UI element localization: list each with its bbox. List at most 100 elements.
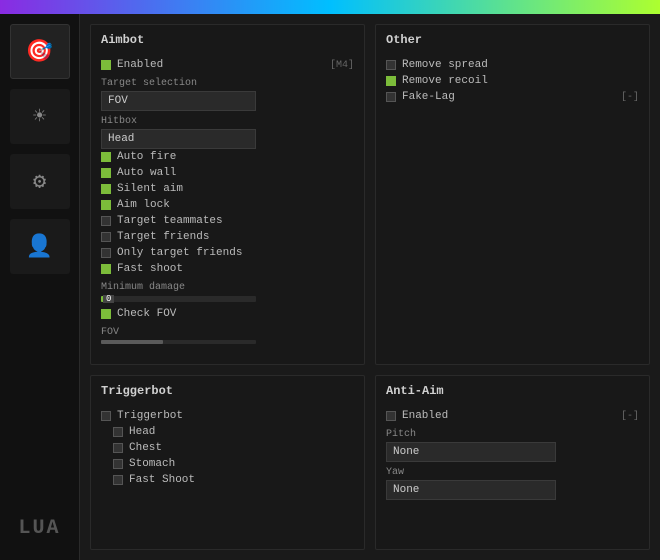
top-bar [0,0,660,14]
only-target-friends-row[interactable]: Only target friends [101,245,354,261]
antiaim-content: Enabled [-] Pitch None Yaw None [376,403,649,549]
check-fov-checkbox[interactable] [101,309,111,319]
brightness-icon: ☀ [33,104,46,130]
fast-shoot-row[interactable]: Fast shoot [101,261,354,277]
fov-slider[interactable] [101,340,256,344]
pitch-label: Pitch [386,429,639,440]
triggerbot-chest-row[interactable]: Chest [113,440,354,456]
sidebar-item-settings[interactable]: ⚙ [10,154,70,209]
fov-fill [101,340,163,344]
auto-wall-row[interactable]: Auto wall [101,165,354,181]
minimum-damage-label: Minimum damage [101,282,354,293]
aimbot-panel: Aimbot Enabled [M4] Target selection FOV… [90,24,365,365]
fake-lag-checkbox[interactable] [386,92,396,102]
target-selection-value: FOV [108,95,128,107]
top-panels-row: Aimbot Enabled [M4] Target selection FOV… [90,24,650,365]
target-friends-label: Target friends [117,231,209,243]
crosshair-icon: 🎯 [26,39,53,65]
sidebar-item-brightness[interactable]: ☀ [10,89,70,144]
target-selection-dropdown[interactable]: FOV [101,91,256,111]
only-target-friends-checkbox[interactable] [101,248,111,258]
triggerbot-panel: Triggerbot Triggerbot Head Chest [90,375,365,550]
only-target-friends-label: Only target friends [117,247,242,259]
antiaim-panel: Anti-Aim Enabled [-] Pitch None Yaw [375,375,650,550]
antiaim-enabled-checkbox[interactable] [386,411,396,421]
antiaim-enabled-key: [-] [621,411,639,422]
aimbot-title: Aimbot [91,25,364,52]
content-area: Aimbot Enabled [M4] Target selection FOV… [80,14,660,560]
target-teammates-checkbox[interactable] [101,216,111,226]
remove-recoil-row[interactable]: Remove recoil [386,73,639,89]
triggerbot-chest-checkbox[interactable] [113,443,123,453]
aimbot-enabled-checkbox[interactable] [101,60,111,70]
sidebar-item-profile[interactable]: 👤 [10,219,70,274]
auto-wall-checkbox[interactable] [101,168,111,178]
target-teammates-row[interactable]: Target teammates [101,213,354,229]
triggerbot-checkbox[interactable] [101,411,111,421]
other-panel: Other Remove spread Remove recoil [375,24,650,365]
remove-spread-row[interactable]: Remove spread [386,57,639,73]
aim-lock-label: Aim lock [117,199,170,211]
antiaim-title: Anti-Aim [376,376,649,403]
sidebar-item-crosshair[interactable]: 🎯 [10,24,70,79]
triggerbot-stomach-label: Stomach [129,458,175,470]
antiaim-enabled-row[interactable]: Enabled [-] [386,408,639,424]
fov-label: FOV [101,327,354,338]
triggerbot-stomach-checkbox[interactable] [113,459,123,469]
silent-aim-row[interactable]: Silent aim [101,181,354,197]
triggerbot-head-checkbox[interactable] [113,427,123,437]
minimum-damage-value: 0 [103,295,114,303]
fast-shoot-checkbox[interactable] [101,264,111,274]
silent-aim-checkbox[interactable] [101,184,111,194]
minimum-damage-slider[interactable]: 0 [101,296,354,302]
aimbot-enabled-row[interactable]: Enabled [M4] [101,57,354,73]
yaw-dropdown[interactable]: None [386,480,556,500]
triggerbot-stomach-row[interactable]: Stomach [113,456,354,472]
triggerbot-fast-shoot-row[interactable]: Fast Shoot [113,472,354,488]
auto-fire-label: Auto fire [117,151,176,163]
aimbot-enabled-key: [M4] [330,60,354,71]
triggerbot-row[interactable]: Triggerbot [101,408,354,424]
auto-fire-row[interactable]: Auto fire [101,149,354,165]
gear-icon: ⚙ [33,169,46,195]
fake-lag-key: [-] [621,92,639,103]
main-layout: 🎯 ☀ ⚙ 👤 LUA Aimbot Enabled [ [0,14,660,560]
remove-spread-checkbox[interactable] [386,60,396,70]
silent-aim-label: Silent aim [117,183,183,195]
target-friends-row[interactable]: Target friends [101,229,354,245]
profile-icon: 👤 [26,234,53,260]
triggerbot-head-label: Head [129,426,155,438]
aim-lock-row[interactable]: Aim lock [101,197,354,213]
minimum-damage-track: 0 [101,296,256,302]
hitbox-value: Head [108,133,134,145]
remove-recoil-checkbox[interactable] [386,76,396,86]
target-teammates-label: Target teammates [117,215,223,227]
check-fov-row[interactable]: Check FOV [101,306,354,322]
fake-lag-label: Fake-Lag [402,91,455,103]
triggerbot-title: Triggerbot [91,376,364,403]
auto-wall-label: Auto wall [117,167,176,179]
hitbox-dropdown[interactable]: Head [101,129,256,149]
aimbot-enabled-label: Enabled [117,59,163,71]
hitbox-label: Hitbox [101,116,354,127]
pitch-value: None [393,446,419,458]
pitch-dropdown[interactable]: None [386,442,556,462]
yaw-label: Yaw [386,467,639,478]
triggerbot-chest-label: Chest [129,442,162,454]
triggerbot-head-row[interactable]: Head [113,424,354,440]
aim-lock-checkbox[interactable] [101,200,111,210]
target-friends-checkbox[interactable] [101,232,111,242]
other-title: Other [376,25,649,52]
triggerbot-content: Triggerbot Head Chest Sto [91,403,364,549]
check-fov-label: Check FOV [117,308,176,320]
lua-label: LUA [18,517,60,540]
auto-fire-checkbox[interactable] [101,152,111,162]
fast-shoot-label: Fast shoot [117,263,183,275]
target-selection-label: Target selection [101,78,354,89]
triggerbot-fast-shoot-checkbox[interactable] [113,475,123,485]
aimbot-content: Enabled [M4] Target selection FOV Hitbox… [91,52,364,364]
other-content: Remove spread Remove recoil Fake-Lag [-] [376,52,649,364]
fake-lag-row[interactable]: Fake-Lag [-] [386,89,639,105]
remove-recoil-label: Remove recoil [402,75,488,87]
yaw-value: None [393,484,419,496]
